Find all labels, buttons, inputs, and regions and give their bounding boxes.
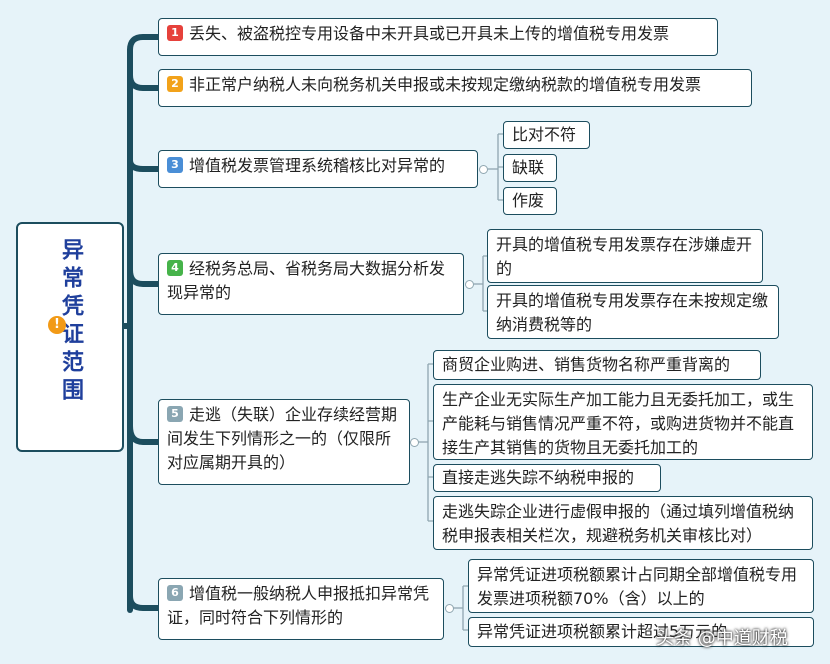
branch-2-text: 非正常户纳税人未向税务机关申报或未按规定缴纳税款的增值税专用发票 [189, 75, 702, 94]
branch-3-child-3[interactable]: 作废 [503, 187, 557, 215]
root-node[interactable]: 异常凭证范围 ! [16, 222, 124, 452]
branch-1-text: 丢失、被盗税控专用设备中未开具或已开具未上传的增值税专用发票 [189, 24, 670, 43]
branch-6-text: 增值税一般纳税人申报抵扣异常凭证，同时符合下列情形的 [167, 584, 430, 627]
warning-icon: ! [48, 316, 66, 334]
number-badge-2: 2 [167, 75, 183, 92]
number-badge-1: 1 [167, 24, 183, 41]
number-badge-6: 6 [167, 584, 183, 601]
branch-5-child-1[interactable]: 商贸企业购进、销售货物名称严重背离的 [433, 350, 761, 380]
collapse-toggle-6[interactable] [445, 604, 454, 613]
branch-2[interactable]: 2 非正常户纳税人未向税务机关申报或未按规定缴纳税款的增值税专用发票 [158, 69, 752, 107]
branch-4-child-2[interactable]: 开具的增值税专用发票存在未按规定缴纳消费税等的 [487, 285, 779, 339]
number-badge-3: 3 [167, 156, 183, 173]
collapse-toggle-3[interactable] [479, 165, 488, 174]
watermark: 头条 @中道财税 [656, 628, 788, 649]
branch-1[interactable]: 1 丢失、被盗税控专用设备中未开具或已开具未上传的增值税专用发票 [158, 18, 718, 56]
collapse-toggle-5[interactable] [410, 438, 419, 447]
branch-6-child-1[interactable]: 异常凭证进项税额累计占同期全部增值税专用发票进项税额70%（含）以上的 [468, 559, 814, 613]
branch-5-child-2[interactable]: 生产企业无实际生产加工能力且无委托加工，或生产能耗与销售情况严重不符，或购进货物… [433, 384, 813, 460]
branch-3-text: 增值税发票管理系统稽核比对异常的 [189, 156, 446, 175]
branch-3[interactable]: 3 增值税发票管理系统稽核比对异常的 [158, 150, 478, 188]
collapse-toggle-4[interactable] [465, 280, 474, 289]
branch-4-child-1[interactable]: 开具的增值税专用发票存在涉嫌虚开的 [487, 229, 763, 283]
branch-5[interactable]: 5 走逃（失联）企业存续经营期间发生下列情形之一的（仅限所对应属期开具的） [158, 399, 410, 485]
branch-5-child-4[interactable]: 走逃失踪企业进行虚假申报的（通过填列增值税纳税申报表相关栏次，规避税务机关审核比… [433, 496, 813, 550]
branch-3-child-1[interactable]: 比对不符 [503, 121, 590, 149]
branch-5-child-3[interactable]: 直接走逃失踪不纳税申报的 [433, 464, 661, 492]
branch-3-child-2[interactable]: 缺联 [503, 154, 557, 182]
branch-5-text: 走逃（失联）企业存续经营期间发生下列情形之一的（仅限所对应属期开具的） [167, 405, 398, 472]
branch-4-text: 经税务总局、省税务局大数据分析发现异常的 [167, 259, 446, 302]
branch-6[interactable]: 6 增值税一般纳税人申报抵扣异常凭证，同时符合下列情形的 [158, 578, 444, 640]
number-badge-4: 4 [167, 259, 183, 276]
branch-4[interactable]: 4 经税务总局、省税务局大数据分析发现异常的 [158, 253, 464, 315]
number-badge-5: 5 [167, 405, 183, 422]
